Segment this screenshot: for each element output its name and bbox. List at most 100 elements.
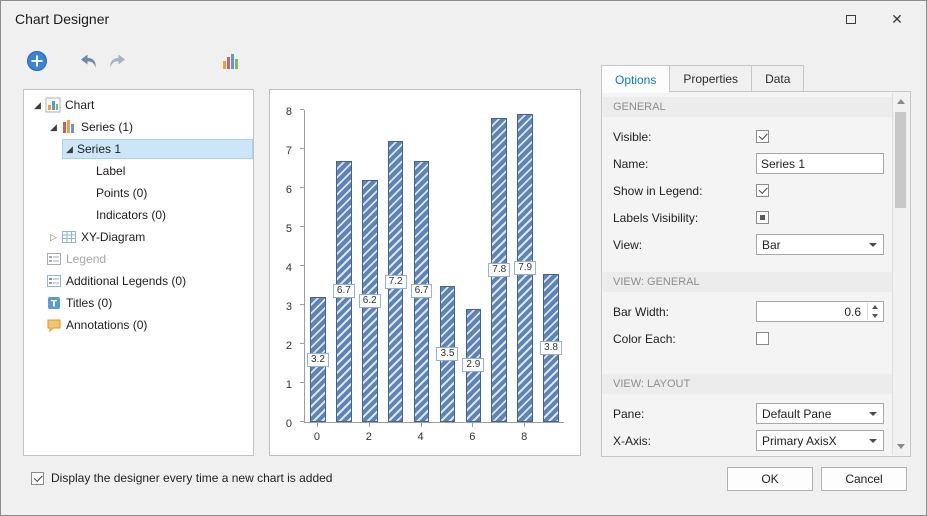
field-label: Bar Width: <box>613 305 756 319</box>
panel-scrollbar[interactable] <box>892 93 909 455</box>
name-input[interactable] <box>756 153 884 174</box>
x-axis-combobox[interactable]: Primary AxisX <box>756 430 884 451</box>
tree-item-legend[interactable]: Legend <box>24 248 253 270</box>
spin-up-button[interactable] <box>868 303 882 312</box>
x-axis-tick-label: 8 <box>521 431 527 443</box>
tree-expander-icon[interactable]: ◢ <box>30 100 45 111</box>
tree-item-chart[interactable]: ◢ Chart <box>24 94 253 116</box>
tree-expander-icon[interactable]: ◢ <box>46 122 61 133</box>
y-axis-tick-mark <box>300 421 304 422</box>
section-header-general: GENERAL <box>603 97 892 117</box>
tree-expander-icon[interactable]: ▷ <box>46 232 61 243</box>
section-header-view-layout: VIEW: LAYOUT <box>603 374 892 394</box>
bar-data-label: 3.2 <box>307 353 329 367</box>
tree-item-points[interactable]: Points (0) <box>24 182 253 204</box>
x-axis-combobox-value: Primary AxisX <box>762 434 837 448</box>
ok-button[interactable]: OK <box>727 467 813 491</box>
field-row-bar-width: Bar Width: 0.6 <box>603 298 892 325</box>
field-row-name: Name: <box>603 150 892 177</box>
y-axis: 012345678 <box>270 110 300 423</box>
color-each-checkbox[interactable] <box>756 332 769 345</box>
x-axis-tick-mark <box>369 423 370 427</box>
chart-type-button[interactable] <box>217 47 245 75</box>
x-axis-tick-label: 6 <box>469 431 475 443</box>
pane-combobox-value: Default Pane <box>762 407 831 421</box>
y-axis-tick-mark <box>300 226 304 227</box>
maximize-icon <box>846 15 856 24</box>
close-icon: ✕ <box>891 12 903 26</box>
additional-legends-icon <box>46 273 66 289</box>
tree-item-label[interactable]: Label <box>24 160 253 182</box>
chart-icon <box>45 97 65 113</box>
series-icon <box>61 119 81 135</box>
chart-preview[interactable]: 012345678 3.26.76.27.26.73.52.97.87.93.8… <box>269 89 581 456</box>
field-row-color-each: Color Each: <box>603 325 892 352</box>
legend-icon <box>46 251 66 267</box>
tree-item-xy-diagram[interactable]: ▷ XY-Diagram <box>24 226 253 248</box>
section-header-view-general: VIEW: GENERAL <box>603 272 892 292</box>
labels-visibility-checkbox[interactable] <box>756 211 769 224</box>
pane-combobox[interactable]: Default Pane <box>756 403 884 424</box>
field-row-x-axis: X-Axis: Primary AxisX <box>603 427 892 454</box>
y-axis-tick-label: 4 <box>286 262 292 274</box>
bar-data-label: 6.2 <box>359 294 381 308</box>
undo-button[interactable] <box>75 47 103 75</box>
y-axis-tick-mark <box>300 187 304 188</box>
tab-options[interactable]: Options <box>601 65 669 93</box>
redo-button[interactable] <box>103 47 131 75</box>
y-axis-tick-mark <box>300 109 304 110</box>
field-label: View: <box>613 238 756 252</box>
y-axis-tick-label: 0 <box>286 418 292 430</box>
svg-text:T: T <box>51 300 58 310</box>
inspector-tabs: Options Properties Data <box>601 65 804 92</box>
tree-expander-icon[interactable]: ◢ <box>62 144 77 155</box>
view-combobox-value: Bar <box>762 238 781 252</box>
display-designer-checkbox[interactable] <box>31 472 44 485</box>
scroll-thumb[interactable] <box>895 112 906 208</box>
y-axis-tick-label: 1 <box>286 379 292 391</box>
tree-item-series-1[interactable]: ◢ Series 1 <box>24 138 253 160</box>
bar-data-label: 6.7 <box>411 284 433 298</box>
cancel-button[interactable]: Cancel <box>821 467 907 491</box>
field-row-view: View: Bar <box>603 231 892 258</box>
close-button[interactable]: ✕ <box>882 7 912 31</box>
field-label: Show in Legend: <box>613 184 756 198</box>
y-axis-tick-label: 7 <box>286 145 292 157</box>
show-in-legend-checkbox[interactable] <box>756 184 769 197</box>
tree-item-additional-legends[interactable]: Additional Legends (0) <box>24 270 253 292</box>
x-axis-tick-label: 4 <box>417 431 423 443</box>
view-combobox[interactable]: Bar <box>756 234 884 255</box>
titles-icon: T <box>46 295 66 311</box>
field-label: Visible: <box>613 130 756 144</box>
tab-data[interactable]: Data <box>751 65 804 92</box>
undo-icon <box>79 54 99 69</box>
tree-item-series-group[interactable]: ◢ Series (1) <box>24 116 253 138</box>
spin-down-button[interactable] <box>868 312 882 321</box>
x-axis-tick-mark <box>421 423 422 427</box>
y-axis-tick-label: 5 <box>286 223 292 235</box>
maximize-button[interactable] <box>836 7 866 31</box>
bar-data-label: 6.7 <box>333 284 355 298</box>
visible-checkbox[interactable] <box>756 130 769 143</box>
field-label: Name: <box>613 157 756 171</box>
annotations-icon <box>46 317 66 333</box>
y-axis-tick-mark <box>300 343 304 344</box>
scroll-up-button[interactable] <box>893 93 909 110</box>
add-chart-element-button[interactable] <box>23 47 51 75</box>
tree-item-titles[interactable]: T Titles (0) <box>24 292 253 314</box>
bar-width-spinner[interactable]: 0.6 <box>756 301 884 322</box>
bar-data-label: 3.5 <box>436 347 458 361</box>
y-axis-tick-label: 8 <box>286 106 292 118</box>
chevron-down-icon <box>869 412 877 416</box>
x-axis-tick-label: 0 <box>314 431 320 443</box>
chevron-down-icon <box>869 439 877 443</box>
field-row-labels-visibility: Labels Visibility: <box>603 204 892 231</box>
field-label: Pane: <box>613 407 756 421</box>
arrow-up-icon <box>897 99 905 104</box>
tab-properties[interactable]: Properties <box>669 65 751 92</box>
tree-item-indicators[interactable]: Indicators (0) <box>24 204 253 226</box>
tree-item-annotations[interactable]: Annotations (0) <box>24 314 253 336</box>
arrow-down-icon <box>872 314 878 318</box>
bar-data-label: 2.9 <box>462 358 484 372</box>
scroll-down-button[interactable] <box>893 438 909 455</box>
